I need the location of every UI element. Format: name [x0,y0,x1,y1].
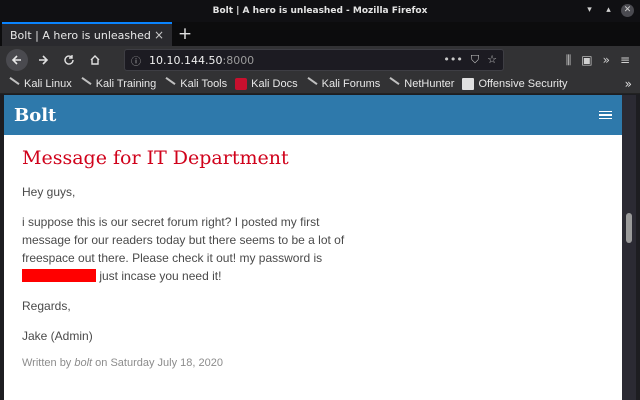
meta-author[interactable]: bolt [74,357,92,369]
post-body-text: i suppose this is our secret forum right… [22,215,345,265]
tab-bolt[interactable]: Bolt | A hero is unleashed × [2,22,172,46]
page-scrollbar[interactable] [622,95,636,400]
bookmark-kali-forums[interactable]: Kali Forums [302,78,385,90]
toolbar-right: ⫼ ▣ » ≡ [566,53,634,68]
site-brand[interactable]: Bolt [14,105,56,126]
overflow-icon[interactable]: » [603,53,610,68]
new-tab-button[interactable]: + [172,22,198,46]
bookmark-label: Kali Training [95,77,157,90]
back-button[interactable] [6,49,28,71]
post-meta: Written by bolt on Saturday July 18, 202… [22,357,604,369]
bookmark-label: Offensive Security [478,77,568,90]
post-greeting: Hey guys, [22,185,76,199]
page-actions-icon[interactable]: ••• [443,53,462,67]
maximize-icon[interactable]: ▴ [602,4,615,17]
pocket-icon[interactable]: ⛉ [471,53,479,67]
offsec-icon [462,77,475,90]
bookmark-label: Kali Tools [180,77,228,90]
kali-dragon-icon [164,78,176,90]
bookmark-label: Kali Forums [321,77,381,90]
kali-dragon-icon [8,78,20,90]
kali-docs-icon [235,77,248,90]
menu-icon[interactable]: ≡ [620,53,630,68]
bookmark-kali-tools[interactable]: Kali Tools [160,78,231,90]
page-viewport: Bolt Message for IT Department Hey guys,… [4,95,622,400]
bookmark-kali-docs[interactable]: Kali Docs [231,77,301,90]
post-regards: Regards, [22,299,71,313]
navigation-toolbar: ⓘ 10.10.144.50:8000 ••• ⛉ ☆ ⫼ ▣ » ≡ [0,46,640,74]
arrow-left-icon [11,55,21,65]
site-header: Bolt [4,95,622,135]
library-icon[interactable]: ⫼ [566,53,572,68]
redacted-password [22,269,96,282]
post-content: Message for IT Department Hey guys, i su… [4,135,622,381]
kali-dragon-icon [306,78,318,90]
meta-prefix: Written by [22,357,75,369]
post-body-text-end: just incase you need it! [96,269,222,283]
hamburger-menu-icon[interactable] [599,110,612,120]
url-port: :8000 [222,53,255,67]
bookmarks-toolbar: Kali Linux Kali Training Kali Tools Kali… [0,74,640,94]
bookmark-label: Kali Docs [251,77,298,90]
bookmark-kali-linux[interactable]: Kali Linux [4,78,76,90]
minimize-icon[interactable]: ▾ [583,4,596,17]
forward-button[interactable] [32,49,54,71]
site-info-icon[interactable]: ⓘ [131,53,141,68]
window-controls: ▾ ▴ ✕ [583,4,634,17]
close-window-icon[interactable]: ✕ [621,4,634,17]
url-actions: ••• ⛉ ☆ [443,53,497,67]
post-title: Message for IT Department [22,147,289,169]
reload-icon [64,55,74,65]
arrow-right-icon [39,55,49,65]
bookmark-offensive-security[interactable]: Offensive Security [458,77,571,90]
kali-dragon-icon [388,78,400,90]
bookmarks-overflow-icon[interactable]: » [625,77,640,91]
bookmark-label: NetHunter [404,77,455,90]
meta-date: on Saturday July 18, 2020 [92,357,223,369]
post-signature: Jake (Admin) [22,329,93,343]
post-body: i suppose this is our secret forum right… [22,213,352,285]
bookmark-label: Kali Linux [24,77,72,90]
window-title: Bolt | A hero is unleashed - Mozilla Fir… [212,6,428,16]
bookmark-star-icon[interactable]: ☆ [487,53,497,67]
scrollbar-thumb[interactable] [626,213,632,243]
browser-window: Bolt | A hero is unleashed - Mozilla Fir… [0,0,640,400]
window-titlebar: Bolt | A hero is unleashed - Mozilla Fir… [0,0,640,22]
tab-label: Bolt | A hero is unleashed [10,28,151,42]
home-button[interactable] [84,49,106,71]
bookmark-kali-training[interactable]: Kali Training [76,78,161,90]
bookmark-nethunter[interactable]: NetHunter [384,78,458,90]
tab-bar: Bolt | A hero is unleashed × + [0,22,640,46]
tab-close-icon[interactable]: × [154,28,164,42]
url-host: 10.10.144.50 [149,53,223,67]
url-bar[interactable]: ⓘ 10.10.144.50:8000 ••• ⛉ ☆ [124,49,504,71]
home-icon [90,55,100,65]
reload-button[interactable] [58,49,80,71]
sidebar-icon[interactable]: ▣ [581,53,592,68]
kali-dragon-icon [80,78,92,90]
